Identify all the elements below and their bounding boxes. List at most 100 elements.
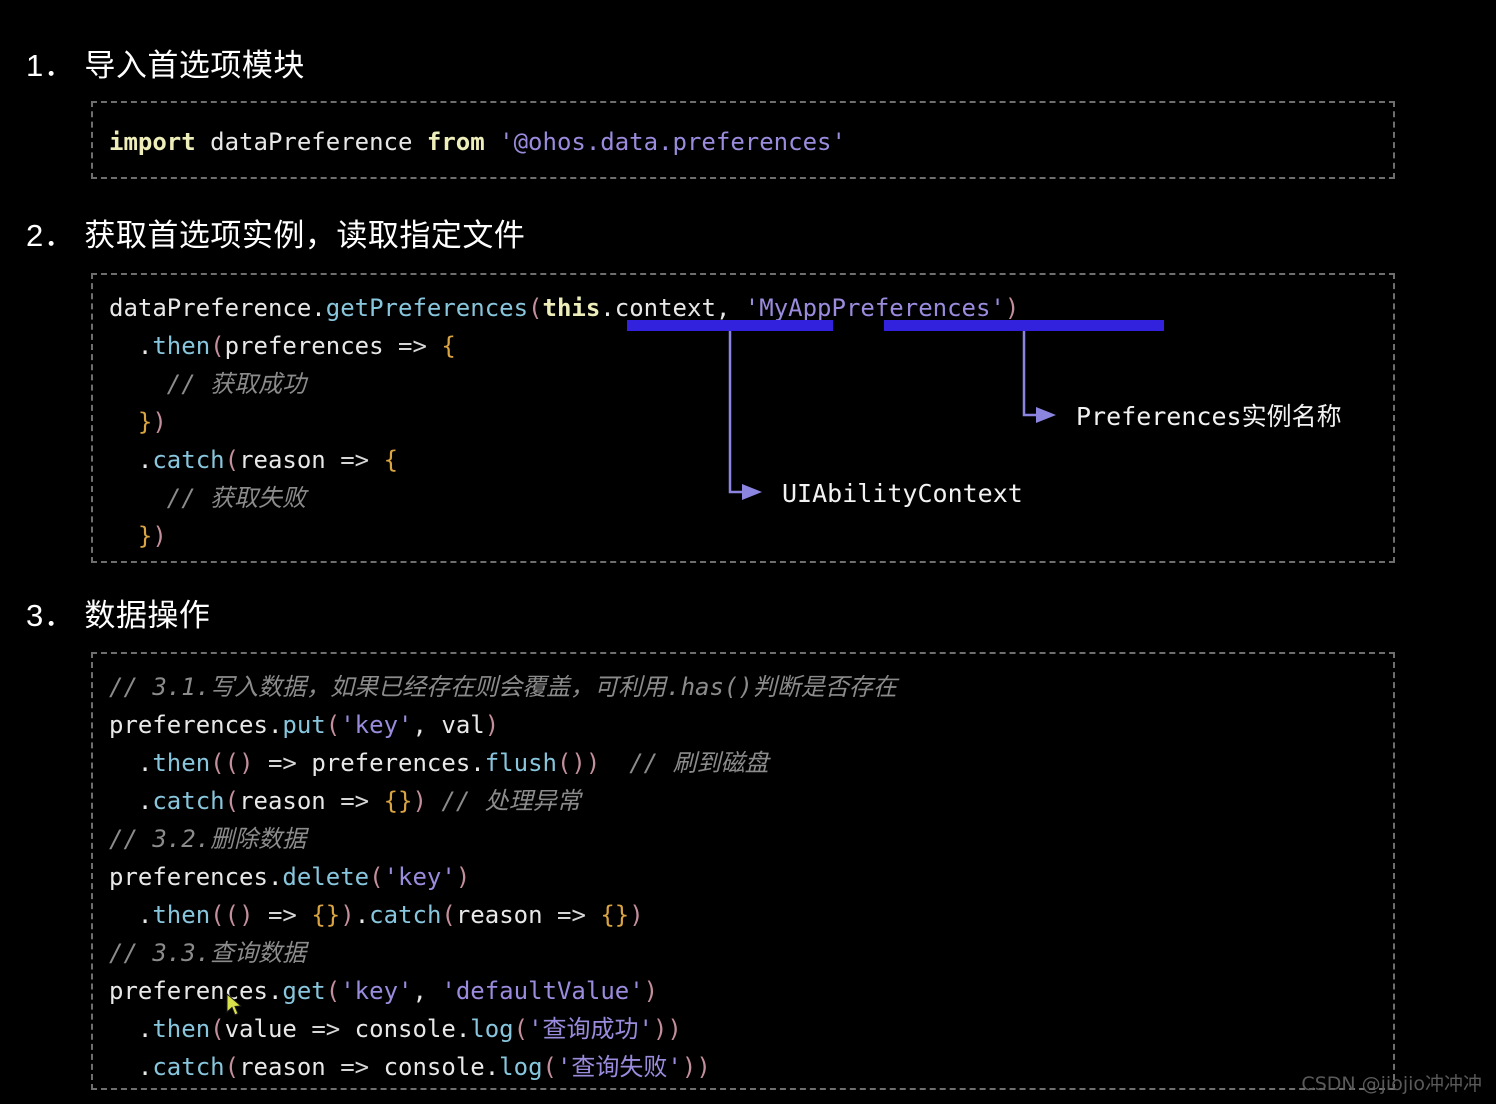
code-token-function: then bbox=[152, 901, 211, 929]
code-token-function: flush bbox=[484, 749, 557, 777]
code-token-function: put bbox=[282, 711, 326, 739]
code-token-keyword: this bbox=[542, 294, 601, 322]
code-token-brace: } bbox=[137, 522, 153, 550]
code-token-brace: } bbox=[137, 408, 153, 436]
code-token-plain: dataPreference bbox=[109, 294, 312, 322]
code-token-punct: ( bbox=[528, 294, 543, 322]
code-token-comment: // 处理异常 bbox=[441, 787, 581, 815]
code-token-plain: . bbox=[267, 863, 283, 891]
code-token-plain: preferences bbox=[109, 863, 268, 891]
code-line: // 3.1.写入数据，如果已经存在则会覆盖，可利用.has()判断是否存在 bbox=[109, 668, 1393, 706]
code-token-punct: ( bbox=[325, 977, 341, 1005]
code-token-punct: (( bbox=[210, 901, 240, 929]
code-token-string: 'MyAppPreferences' bbox=[744, 294, 1005, 322]
code-token-plain: . bbox=[267, 711, 283, 739]
code-line: preferences.put('key', val) bbox=[109, 706, 1393, 744]
code-line: .catch(reason => console.log('查询失败')) bbox=[109, 1048, 1393, 1086]
code-token-comment: // 3.2.删除数据 bbox=[109, 825, 307, 853]
code-token-punct: ) bbox=[629, 901, 644, 929]
code-token-brace: { bbox=[383, 446, 399, 474]
code-token-plain: preferences bbox=[296, 749, 471, 777]
code-token-brace: {} bbox=[383, 787, 413, 815]
code-token-string: 'key' bbox=[383, 863, 456, 891]
code-token-plain: preferences bbox=[109, 711, 268, 739]
section-heading-3: 3． 数据操作 bbox=[26, 598, 211, 633]
code-token-plain: reason bbox=[239, 1053, 341, 1081]
code-token-plain: . bbox=[109, 787, 153, 815]
code-token-punct: )) bbox=[652, 1015, 682, 1043]
code-token-plain: dataPreference bbox=[195, 128, 427, 156]
code-token-plain: , bbox=[715, 294, 745, 322]
code-token-punct: ( bbox=[224, 787, 240, 815]
code-token-punct: ) bbox=[340, 901, 355, 929]
code-token-function: then bbox=[152, 1015, 211, 1043]
code-token-comment: // 刷到磁盘 bbox=[629, 749, 769, 777]
code-token-plain: , bbox=[412, 977, 442, 1005]
code-token-punct: ( bbox=[224, 1053, 240, 1081]
code-token-function: get bbox=[282, 977, 326, 1005]
code-line: .then(() => {}).catch(reason => {}) bbox=[109, 896, 1393, 934]
watermark: CSDN @jiojio冲冲冲 bbox=[1301, 1073, 1482, 1095]
code-token-operator: => bbox=[311, 1015, 341, 1043]
code-line: preferences.delete('key') bbox=[109, 858, 1393, 896]
code-token-punct: ( bbox=[369, 863, 384, 891]
code-line: .then(() => preferences.flush()) // 刷到磁盘 bbox=[109, 744, 1393, 782]
code-token-operator: => bbox=[267, 749, 297, 777]
annotation-label-uiabilitycontext: UIAbilityContext bbox=[782, 479, 1023, 508]
code-token-plain: . bbox=[470, 749, 485, 777]
code-line: import dataPreference from '@ohos.data.p… bbox=[109, 123, 1393, 161]
code-block-import: import dataPreference from '@ohos.data.p… bbox=[91, 101, 1395, 179]
code-token-function: catch bbox=[369, 901, 442, 929]
code-token-punct: ) bbox=[455, 863, 471, 891]
code-token-brace: {} bbox=[600, 901, 630, 929]
section-heading-2: 2． 获取首选项实例，读取指定文件 bbox=[26, 218, 526, 253]
code-token-string: '查询失败' bbox=[556, 1053, 682, 1081]
code-token-function: getPreferences bbox=[325, 294, 529, 322]
code-line: // 3.2.删除数据 bbox=[109, 820, 1393, 858]
code-line: .catch(reason => { bbox=[109, 441, 1393, 479]
code-token-plain: . bbox=[267, 977, 283, 1005]
code-token-plain: value bbox=[224, 1015, 312, 1043]
code-token-operator: => bbox=[340, 1053, 370, 1081]
code-token-plain: . bbox=[109, 1015, 153, 1043]
code-token-plain: . bbox=[311, 294, 326, 322]
code-token-punct: ( bbox=[441, 901, 456, 929]
code-token-comment: // 3.3.查询数据 bbox=[109, 939, 307, 967]
code-token-comment: // 3.1.写入数据，如果已经存在则会覆盖，可利用.has()判断是否存在 bbox=[109, 673, 897, 701]
section-heading-1: 1． 导入首选项模块 bbox=[26, 48, 305, 83]
code-token-operator: => bbox=[267, 901, 297, 929]
code-token-string: '@ohos.data.preferences' bbox=[499, 128, 846, 156]
code-token-punct: (( bbox=[210, 749, 240, 777]
code-token-plain: . bbox=[109, 749, 153, 777]
code-token-plain: reason bbox=[239, 446, 341, 474]
code-token-punct: ) bbox=[239, 901, 254, 929]
code-line: // 3.3.查询数据 bbox=[109, 934, 1393, 972]
code-line: .catch(reason => {}) // 处理异常 bbox=[109, 782, 1393, 820]
code-line: // 获取成功 bbox=[109, 365, 1393, 403]
code-token-plain: console bbox=[369, 1053, 485, 1081]
code-token-plain: . bbox=[455, 1015, 471, 1043]
code-line: dataPreference.getPreferences(this.conte… bbox=[109, 289, 1393, 327]
code-token-plain: . bbox=[109, 446, 153, 474]
code-token-string: 'key' bbox=[340, 711, 413, 739]
code-token-plain: . bbox=[354, 901, 370, 929]
code-token-plain: .context bbox=[600, 294, 716, 322]
code-token-plain: . bbox=[484, 1053, 500, 1081]
code-token-string: 'defaultValue' bbox=[441, 977, 644, 1005]
code-token-string: 'key' bbox=[340, 977, 413, 1005]
code-token-brace: {} bbox=[311, 901, 341, 929]
mouse-cursor-icon bbox=[226, 993, 243, 1016]
code-token-comment: // 获取成功 bbox=[109, 370, 307, 398]
code-line: .then(preferences => { bbox=[109, 327, 1393, 365]
code-token-operator: => bbox=[340, 787, 370, 815]
code-token-plain: console bbox=[340, 1015, 456, 1043]
code-block-data-operations: // 3.1.写入数据，如果已经存在则会覆盖，可利用.has()判断是否存在 pr… bbox=[91, 652, 1395, 1090]
code-token-punct: ) bbox=[152, 408, 167, 436]
code-token-punct: ) bbox=[239, 749, 254, 777]
